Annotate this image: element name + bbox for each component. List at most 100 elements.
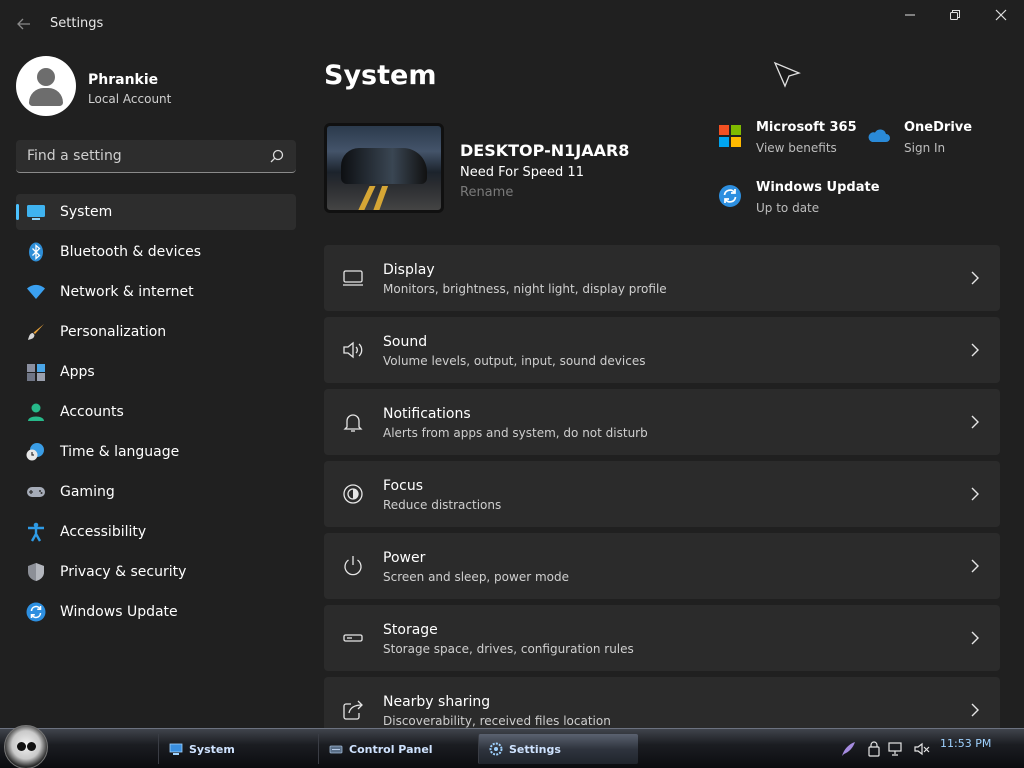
sidebar-item-personalization[interactable]: Personalization: [16, 314, 296, 350]
paintbrush-icon: [28, 324, 44, 340]
sidebar-item-label: Time & language: [60, 444, 180, 460]
monitor-icon: [169, 743, 183, 755]
skull-logo-icon: [17, 742, 26, 751]
control-panel-icon: [329, 745, 343, 754]
card-subtitle: Discoverability, received files location: [383, 714, 611, 728]
card-subtitle: Storage space, drives, configuration rul…: [383, 642, 634, 656]
sidebar-item-label: Accessibility: [60, 524, 147, 540]
quick-link-windows-update[interactable]: Windows Update Up to date: [718, 180, 880, 220]
card-title: Storage: [383, 622, 438, 638]
title-bar: Settings: [0, 0, 1024, 48]
close-button[interactable]: [981, 6, 1021, 28]
device-model: Need For Speed 11: [460, 165, 584, 180]
taskbar-item-label: Control Panel: [349, 743, 433, 756]
share-icon: [343, 700, 363, 720]
sidebar-item-label: System: [60, 204, 113, 220]
power-icon: [344, 556, 362, 576]
avatar: [16, 56, 76, 116]
focus-icon: [343, 484, 363, 504]
quick-link-onedrive[interactable]: OneDrive Sign In: [866, 120, 986, 160]
sidebar-item-apps[interactable]: Apps: [16, 354, 296, 390]
card-subtitle: Alerts from apps and system, do not dist…: [383, 426, 648, 440]
card-subtitle: Screen and sleep, power mode: [383, 570, 569, 584]
search-input[interactable]: Find a setting: [16, 140, 296, 173]
sidebar-item-label: Bluetooth & devices: [60, 244, 202, 260]
sidebar-item-bluetooth[interactable]: Bluetooth & devices: [16, 234, 296, 270]
profile-name: Phrankie: [88, 72, 159, 88]
globe-clock-icon: [26, 443, 44, 461]
device-name: DESKTOP-N1JAAR8: [460, 141, 630, 160]
gear-icon: [489, 742, 503, 756]
sidebar-item-accessibility[interactable]: Accessibility: [16, 514, 296, 550]
bluetooth-icon: [29, 242, 43, 262]
card-title: Focus: [383, 478, 423, 494]
card-subtitle: Reduce distractions: [383, 498, 502, 512]
user-profile[interactable]: Phrankie Local Account: [16, 56, 296, 120]
update-icon: [719, 185, 741, 207]
sidebar-item-system[interactable]: System: [16, 194, 296, 230]
clock[interactable]: 11:53 PM: [940, 737, 991, 750]
update-icon: [26, 602, 46, 622]
wifi-icon: [27, 284, 45, 299]
restore-button[interactable]: [935, 6, 975, 28]
device-wallpaper-thumbnail[interactable]: [324, 123, 444, 213]
settings-card-sound[interactable]: Sound Volume levels, output, input, soun…: [324, 317, 1000, 383]
quick-link-sub: Up to date: [756, 201, 820, 215]
quick-link-title: Windows Update: [756, 180, 880, 195]
settings-card-notifications[interactable]: Notifications Alerts from apps and syste…: [324, 389, 1000, 455]
back-arrow-icon: [17, 18, 30, 30]
sidebar-item-windows-update[interactable]: Windows Update: [16, 594, 296, 630]
chevron-right-icon: [971, 631, 979, 645]
page-title: System: [324, 60, 437, 91]
app-title: Settings: [50, 16, 104, 31]
system-tray: 11:53 PM: [830, 735, 1024, 765]
taskbar-item-system[interactable]: System: [158, 734, 318, 764]
sidebar-item-gaming[interactable]: Gaming: [16, 474, 296, 510]
quick-link-microsoft-365[interactable]: Microsoft 365 View benefits: [718, 120, 857, 160]
security-icon[interactable]: [866, 741, 882, 757]
chevron-right-icon: [971, 559, 979, 573]
taskbar-item-control-panel[interactable]: Control Panel: [318, 734, 478, 764]
back-button[interactable]: [12, 12, 36, 36]
settings-card-focus[interactable]: Focus Reduce distractions: [324, 461, 1000, 527]
microsoft-logo-icon: [719, 125, 741, 147]
sidebar-item-label: Accounts: [60, 404, 124, 420]
start-button[interactable]: [4, 725, 48, 768]
settings-card-storage[interactable]: Storage Storage space, drives, configura…: [324, 605, 1000, 671]
accessibility-icon: [28, 522, 44, 542]
settings-card-nearby-sharing[interactable]: Nearby sharing Discoverability, received…: [324, 677, 1000, 728]
speaker-icon: [343, 341, 363, 359]
card-title: Sound: [383, 334, 428, 350]
chevron-right-icon: [971, 343, 979, 357]
mouse-cursor-icon: [773, 61, 801, 88]
taskbar: System Control Panel Settings 11:53 PM: [0, 725, 1024, 768]
card-subtitle: Monitors, brightness, night light, displ…: [383, 282, 667, 296]
search-placeholder: Find a setting: [27, 148, 122, 164]
feather-icon[interactable]: [840, 741, 856, 757]
card-title: Power: [383, 550, 426, 566]
card-title: Notifications: [383, 406, 471, 422]
network-icon[interactable]: [888, 741, 904, 757]
chevron-right-icon: [971, 271, 979, 285]
profile-account-type: Local Account: [88, 92, 172, 106]
quick-link-sub: Sign In: [904, 141, 946, 155]
storage-icon: [343, 634, 363, 642]
settings-card-power[interactable]: Power Screen and sleep, power mode: [324, 533, 1000, 599]
volume-muted-icon[interactable]: [914, 741, 930, 757]
sidebar-item-time-language[interactable]: Time & language: [16, 434, 296, 470]
quick-link-sub: View benefits: [756, 141, 837, 155]
sidebar-item-label: Personalization: [60, 324, 167, 340]
sidebar-item-network[interactable]: Network & internet: [16, 274, 296, 310]
main-content: System DESKTOP-N1JAAR8 Need For Speed 11…: [324, 48, 1000, 728]
taskbar-item-settings[interactable]: Settings: [478, 734, 638, 764]
account-icon: [28, 403, 44, 421]
settings-card-display[interactable]: Display Monitors, brightness, night ligh…: [324, 245, 1000, 311]
rename-link[interactable]: Rename: [460, 185, 513, 200]
sidebar-item-accounts[interactable]: Accounts: [16, 394, 296, 430]
chevron-right-icon: [971, 487, 979, 501]
sidebar-item-privacy[interactable]: Privacy & security: [16, 554, 296, 590]
search-icon[interactable]: [270, 149, 284, 163]
minimize-button[interactable]: [890, 6, 930, 28]
chevron-right-icon: [971, 415, 979, 429]
quick-link-title: OneDrive: [904, 120, 973, 135]
